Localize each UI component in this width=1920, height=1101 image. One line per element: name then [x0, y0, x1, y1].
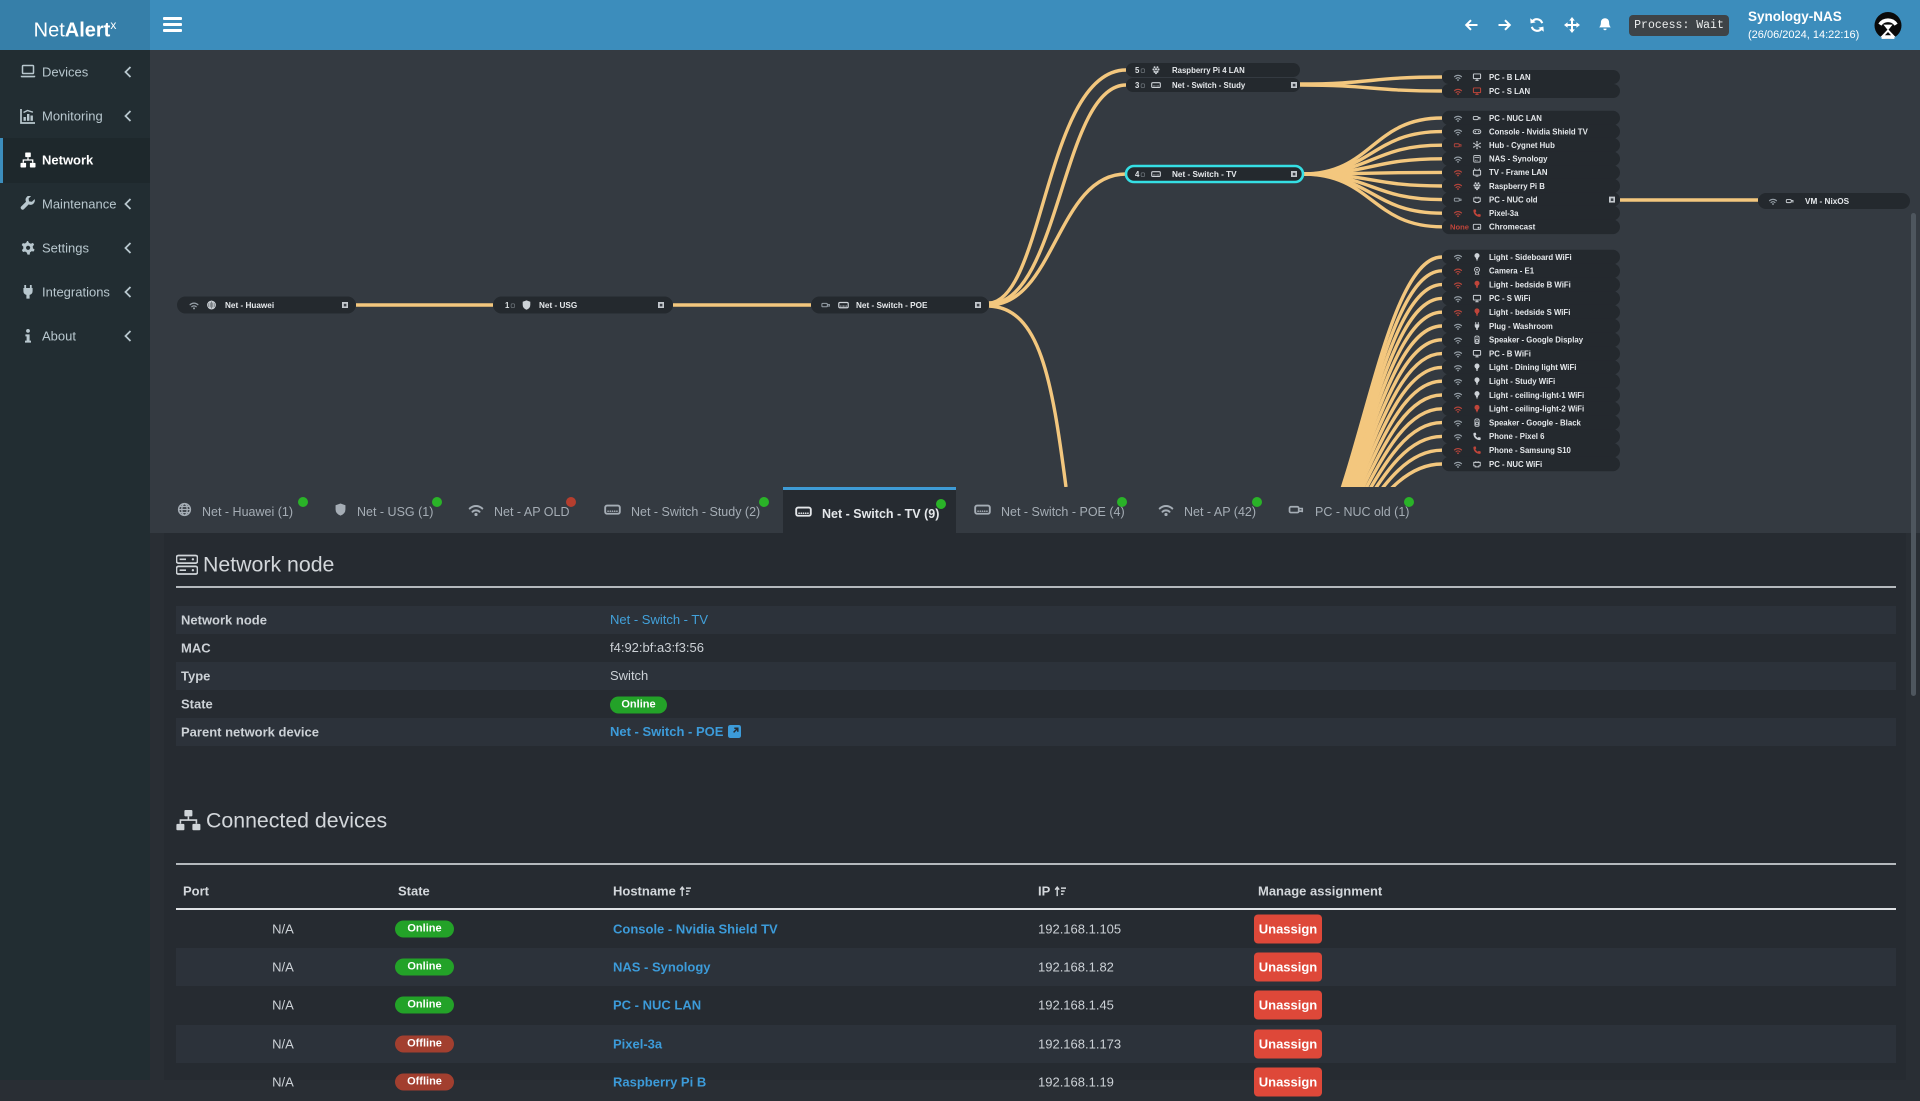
svg-text:Speaker - Google - Black: Speaker - Google - Black: [1489, 418, 1582, 427]
svg-text:Raspberry Pi B: Raspberry Pi B: [1489, 182, 1545, 191]
svg-text:PC - B WiFi: PC - B WiFi: [1489, 349, 1531, 358]
svg-text:Console - Nvidia Shield TV: Console - Nvidia Shield TV: [1489, 127, 1589, 136]
svg-text:▢: ▢: [1141, 172, 1146, 178]
svg-text:PC - NUC WiFi: PC - NUC WiFi: [1489, 460, 1542, 469]
svg-text:Hub - Cygnet Hub: Hub - Cygnet Hub: [1489, 141, 1555, 150]
svg-text:Light - ceiling-light-2 WiFi: Light - ceiling-light-2 WiFi: [1489, 405, 1584, 414]
svg-text:Camera - E1: Camera - E1: [1489, 267, 1535, 276]
svg-text:None: None: [1450, 223, 1469, 232]
svg-text:▢: ▢: [1141, 68, 1146, 74]
svg-text:Plug - Washroom: Plug - Washroom: [1489, 322, 1553, 331]
svg-text:5: 5: [1135, 66, 1140, 75]
svg-text:Light - Dining light WiFi: Light - Dining light WiFi: [1489, 363, 1576, 372]
svg-text:3: 3: [1135, 81, 1140, 90]
svg-text:Phone - Pixel 6: Phone - Pixel 6: [1489, 432, 1545, 441]
svg-text:Light - bedside S WiFi: Light - bedside S WiFi: [1489, 308, 1570, 317]
svg-text:Pixel-3a: Pixel-3a: [1489, 209, 1519, 218]
svg-text:Light - Sideboard WiFi: Light - Sideboard WiFi: [1489, 253, 1572, 262]
svg-text:Net - Huawei: Net - Huawei: [225, 301, 274, 310]
svg-text:NAS - Synology: NAS - Synology: [1489, 155, 1548, 164]
svg-text:▢: ▢: [1141, 83, 1146, 89]
svg-text:▢: ▢: [511, 303, 516, 309]
svg-text:Raspberry Pi 4 LAN: Raspberry Pi 4 LAN: [1172, 66, 1245, 75]
svg-text:Net - Switch - POE: Net - Switch - POE: [856, 301, 928, 310]
svg-text:PC - NUC LAN: PC - NUC LAN: [1489, 114, 1542, 123]
svg-text:Speaker - Google Display: Speaker - Google Display: [1489, 336, 1584, 345]
svg-text:Phone - Samsung S10: Phone - Samsung S10: [1489, 446, 1572, 455]
svg-text:4: 4: [1135, 170, 1140, 179]
svg-text:VM - NixOS: VM - NixOS: [1805, 197, 1850, 206]
svg-text:Light - Study WiFi: Light - Study WiFi: [1489, 377, 1555, 386]
svg-text:PC - S WiFi: PC - S WiFi: [1489, 294, 1531, 303]
svg-text:PC - S LAN: PC - S LAN: [1489, 87, 1531, 96]
svg-text:PC - NUC old: PC - NUC old: [1489, 195, 1538, 204]
svg-text:PC - B LAN: PC - B LAN: [1489, 73, 1531, 82]
svg-text:Net - Switch - TV: Net - Switch - TV: [1172, 170, 1237, 179]
svg-text:Net - USG: Net - USG: [539, 301, 577, 310]
svg-text:Net - Switch - Study: Net - Switch - Study: [1172, 81, 1246, 90]
svg-text:Light - ceiling-light-1 WiFi: Light - ceiling-light-1 WiFi: [1489, 391, 1584, 400]
svg-text:Chromecast: Chromecast: [1489, 223, 1536, 232]
svg-text:1: 1: [505, 301, 510, 310]
svg-text:Light - bedside B WiFi: Light - bedside B WiFi: [1489, 280, 1571, 289]
svg-text:TV - Frame LAN: TV - Frame LAN: [1489, 168, 1548, 177]
